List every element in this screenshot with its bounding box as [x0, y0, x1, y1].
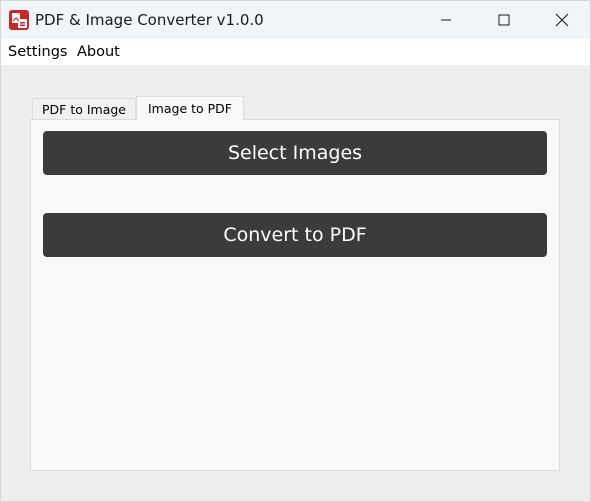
- maximize-icon: [498, 14, 510, 26]
- tab-pdf-to-image[interactable]: PDF to Image: [32, 98, 136, 120]
- app-window: PDF & Image Converter v1.0.0 Settings Ab…: [0, 0, 591, 502]
- select-images-button[interactable]: Select Images: [43, 131, 547, 175]
- menu-settings[interactable]: Settings: [8, 43, 67, 62]
- title-bar[interactable]: PDF & Image Converter v1.0.0: [1, 1, 590, 39]
- window-title: PDF & Image Converter v1.0.0: [35, 11, 264, 29]
- close-button[interactable]: [533, 1, 591, 39]
- convert-to-pdf-button[interactable]: Convert to PDF: [43, 213, 547, 257]
- minimize-button[interactable]: [417, 1, 475, 39]
- minimize-icon: [440, 14, 452, 26]
- close-icon: [555, 13, 569, 27]
- menu-bar: Settings About: [1, 39, 590, 65]
- tab-image-to-pdf[interactable]: Image to PDF: [136, 96, 244, 120]
- app-icon: [9, 10, 29, 30]
- menu-about[interactable]: About: [77, 43, 120, 62]
- maximize-button[interactable]: [475, 1, 533, 39]
